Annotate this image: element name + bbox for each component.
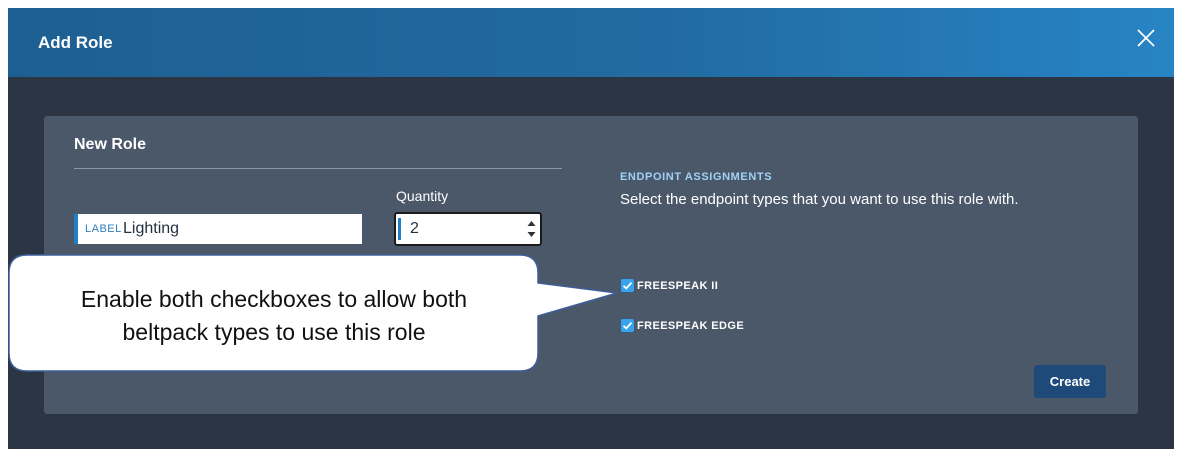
- endpoint-assignments-heading: ENDPOINT ASSIGNMENTS: [620, 171, 773, 183]
- add-role-dialog: Add Role New Role LABEL Lighting Quantit…: [8, 8, 1174, 449]
- checkbox-checked-icon[interactable]: [621, 319, 634, 332]
- panel-title: New Role: [74, 136, 147, 153]
- checkbox-checked-icon[interactable]: [621, 279, 634, 292]
- label-field-value[interactable]: Lighting: [123, 220, 179, 238]
- callout-line-2: beltpack types to use this role: [122, 319, 426, 345]
- checkbox-label: FREESPEAK II: [637, 280, 719, 292]
- callout-line-1: Enable both checkboxes to allow both: [80, 286, 468, 312]
- panel-divider: [74, 168, 562, 169]
- dialog-title: Add Role: [38, 33, 113, 52]
- label-field-prefix: LABEL: [85, 223, 122, 235]
- close-icon[interactable]: [1134, 26, 1158, 50]
- quantity-label: Quantity: [396, 188, 449, 204]
- quantity-focus-accent: [398, 218, 401, 240]
- quantity-value[interactable]: 2: [410, 220, 419, 238]
- label-input[interactable]: LABEL Lighting: [74, 214, 362, 244]
- quantity-stepper[interactable]: 2: [394, 212, 542, 246]
- endpoint-assignments-description: Select the endpoint types that you want …: [620, 191, 1019, 208]
- new-role-panel: New Role LABEL Lighting Quantity 2 ENDPO…: [44, 116, 1138, 414]
- dialog-title-bar: Add Role: [8, 8, 1174, 77]
- callout-text: Enable both checkboxes to allow both bel…: [14, 283, 534, 349]
- spinner-arrows-icon[interactable]: [526, 218, 537, 240]
- checkbox-label: FREESPEAK EDGE: [637, 320, 745, 332]
- create-button[interactable]: Create: [1034, 365, 1106, 398]
